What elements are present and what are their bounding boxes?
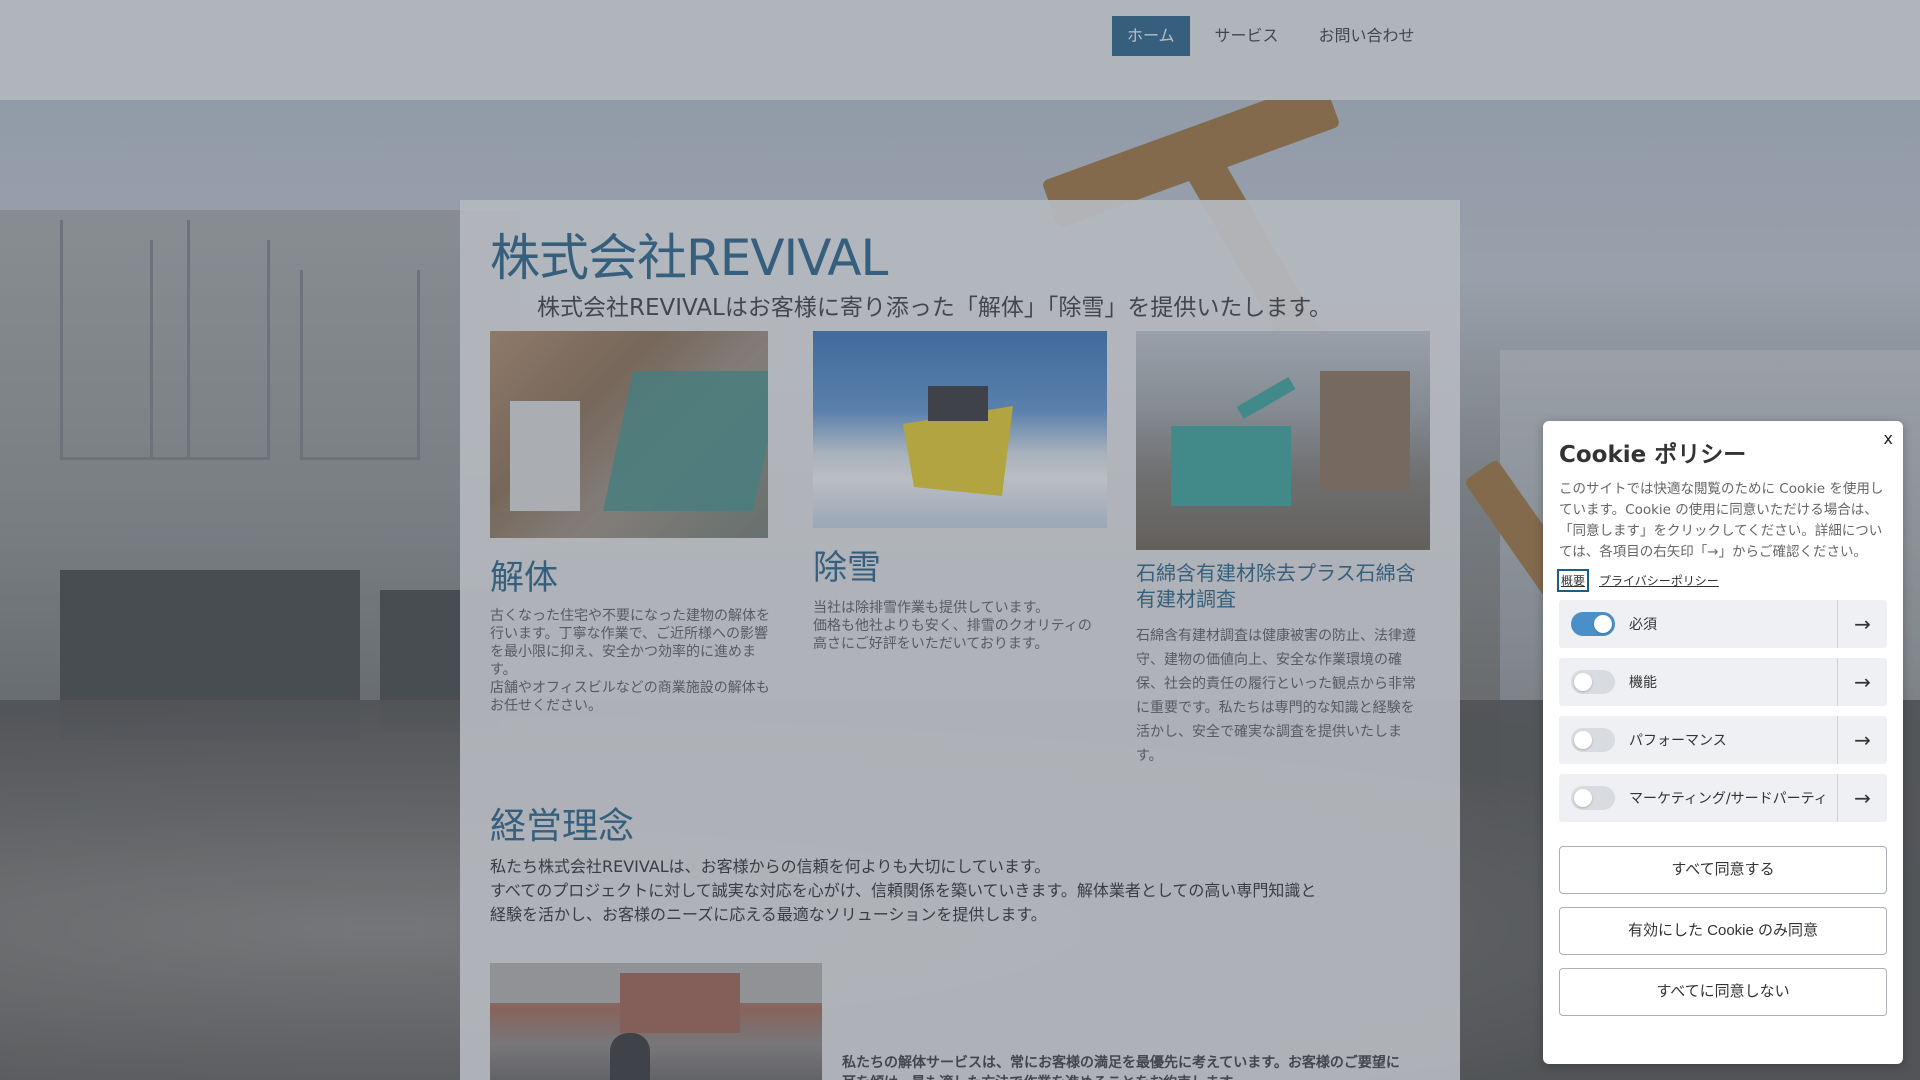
- category-label: 必須: [1629, 617, 1657, 633]
- functional-toggle[interactable]: [1571, 670, 1615, 694]
- required-toggle[interactable]: [1571, 612, 1615, 636]
- nav-item-home[interactable]: ホーム: [1112, 16, 1190, 56]
- service-title: 石綿含有建材除去プラス石綿含有建材調査: [1136, 561, 1416, 611]
- category-label: パフォーマンス: [1629, 733, 1727, 749]
- marketing-toggle[interactable]: [1571, 786, 1615, 810]
- service-photo-demolition: [490, 331, 768, 538]
- service-description: 古くなった住宅や不要になった建物の解体を 行います。丁寧な作業で、ご近所様への影…: [490, 608, 770, 714]
- cookie-actions: すべて同意する 有効にした Cookie のみ同意 すべてに同意しない: [1559, 846, 1887, 1016]
- performance-toggle[interactable]: [1571, 728, 1615, 752]
- overview-link[interactable]: 概要: [1556, 569, 1590, 592]
- arrow-right-icon[interactable]: →: [1837, 658, 1887, 706]
- arrow-right-icon[interactable]: →: [1837, 774, 1887, 822]
- service-card-asbestos: 石綿含有建材除去プラス石綿含有建材調査 石綿含有建材調査は健康被害の防止、法律遵…: [1136, 331, 1431, 768]
- philosophy-text: 私たち株式会社REVIVALは、お客様からの信頼を何よりも大切にしています。 す…: [490, 857, 1317, 924]
- page-title: 株式会社REVIVAL: [490, 229, 888, 287]
- cookie-title: Cookie ポリシー: [1559, 442, 1747, 468]
- cookie-policy-modal: x Cookie ポリシー このサイトでは快適な閲覧のために Cookie を使…: [1543, 421, 1903, 1064]
- service-card-demolition: 解体 古くなった住宅や不要になった建物の解体を 行います。丁寧な作業で、ご近所様…: [490, 331, 780, 715]
- demolition-worker-photo: [490, 963, 822, 1080]
- service-photo-asbestos: [1136, 331, 1430, 550]
- service-description: 当社は除排雪作業も提供しています。 価格も他社よりも安く、排雪のクオリティの 高…: [813, 600, 1092, 652]
- arrow-right-icon[interactable]: →: [1837, 600, 1887, 648]
- service-title: 除雪: [813, 548, 881, 588]
- main-nav: ホーム サービス お問い合わせ: [1112, 16, 1440, 56]
- cookie-category-functional: 機能 →: [1559, 658, 1887, 706]
- page-lead: 株式会社REVIVALはお客様に寄り添った「解体」「除雪」を提供いたします。: [537, 295, 1333, 321]
- background-scaffold: [150, 240, 270, 460]
- accept-selected-button[interactable]: 有効にした Cookie のみ同意: [1559, 907, 1887, 955]
- demolition-service-text: 私たちの解体サービスは、常にお客様の満足を最優先に考えています。お客様のご要望に…: [842, 1055, 1400, 1080]
- privacy-policy-link[interactable]: プライバシーポリシー: [1599, 572, 1719, 589]
- philosophy-title: 経営理念: [490, 806, 635, 847]
- nav-item-services[interactable]: サービス: [1200, 16, 1294, 56]
- cookie-description: このサイトでは快適な閲覧のために Cookie を使用しています。Cookie …: [1559, 481, 1884, 560]
- cookie-category-marketing: マーケティング/サードパーティ →: [1559, 774, 1887, 822]
- nav-item-contact[interactable]: お問い合わせ: [1304, 16, 1430, 56]
- reject-all-button[interactable]: すべてに同意しない: [1559, 968, 1887, 1016]
- site-header: ホーム サービス お問い合わせ: [0, 0, 1920, 100]
- category-label: 機能: [1629, 675, 1657, 691]
- background-scaffold: [300, 270, 420, 460]
- service-description: 石綿含有建材調査は健康被害の防止、法律遵 守、建物の価値向上、安全な作業環境の確…: [1136, 628, 1416, 764]
- close-button[interactable]: x: [1884, 429, 1893, 448]
- service-photo-snow-removal: [813, 331, 1107, 528]
- cookie-category-performance: パフォーマンス →: [1559, 716, 1887, 764]
- service-title: 解体: [490, 558, 558, 598]
- category-label: マーケティング/サードパーティ: [1629, 791, 1828, 807]
- accept-all-button[interactable]: すべて同意する: [1559, 846, 1887, 894]
- main-content-panel: 株式会社REVIVAL 株式会社REVIVALはお客様に寄り添った「解体」「除雪…: [460, 200, 1460, 1080]
- cookie-links: 概要 プライバシーポリシー: [1556, 569, 1887, 592]
- cookie-category-required: 必須 →: [1559, 600, 1887, 648]
- service-card-snow-removal: 除雪 当社は除排雪作業も提供しています。 価格も他社よりも安く、排雪のクオリティ…: [813, 331, 1108, 653]
- arrow-right-icon[interactable]: →: [1837, 716, 1887, 764]
